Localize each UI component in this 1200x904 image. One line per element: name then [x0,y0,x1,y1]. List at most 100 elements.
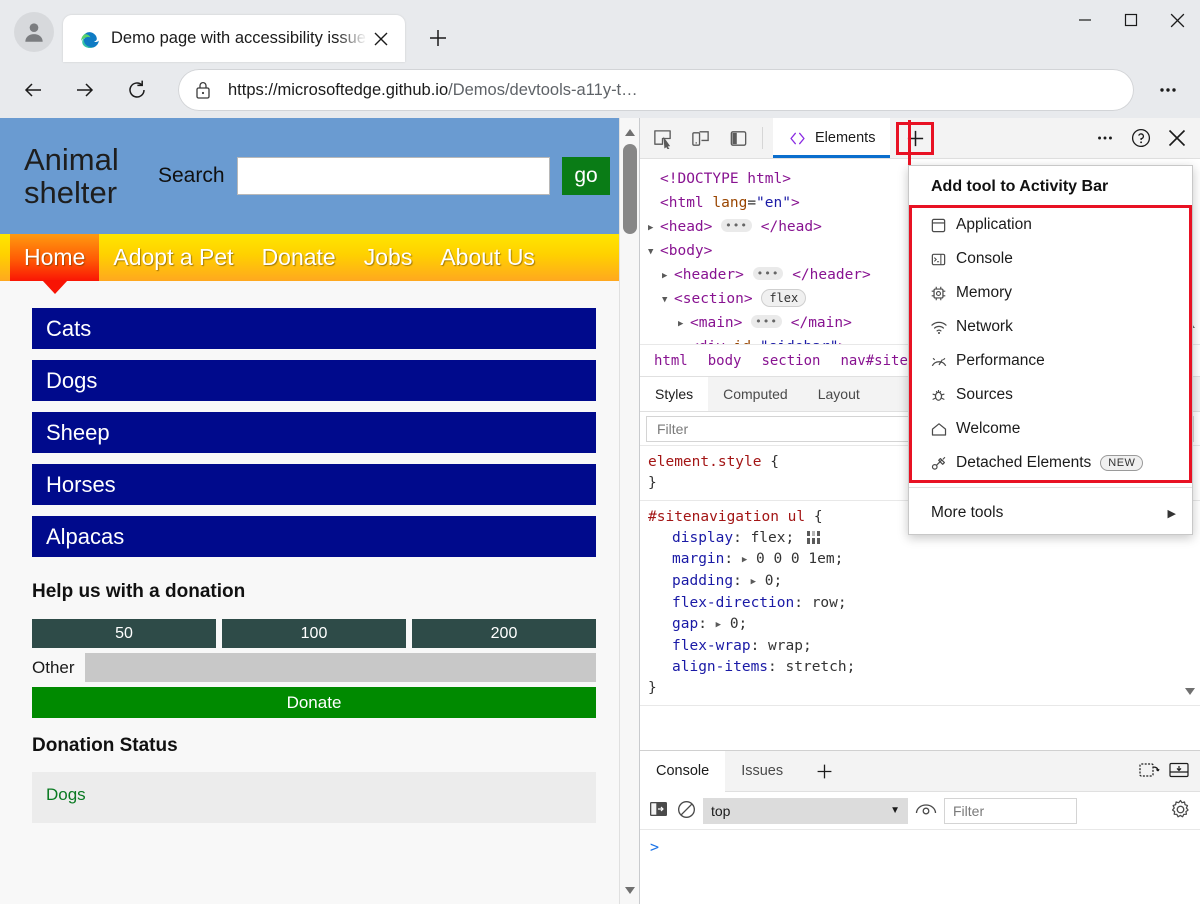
collapsed-content-icon[interactable]: ••• [751,315,782,328]
expand-triangle-icon[interactable]: ▶ [662,264,674,288]
expand-triangle-icon[interactable]: ▶ [742,555,747,565]
expand-triangle-icon[interactable]: ▶ [648,216,660,240]
new-tab-button[interactable] [419,19,457,57]
expand-triangle-icon[interactable]: ▶ [716,620,721,630]
search-input[interactable] [236,157,550,195]
menu-item-application[interactable]: Application [912,208,1189,242]
console-sidebar-toggle[interactable] [648,799,670,822]
collapsed-content-icon[interactable]: ••• [721,219,752,232]
menu-item-memory[interactable]: Memory [912,276,1189,310]
scroll-up-arrow-icon[interactable] [620,122,639,142]
nav-item-about[interactable]: About Us [426,234,549,281]
css-declaration[interactable]: margin: ▶ 0 0 0 1em; [648,549,1200,571]
expand-triangle-icon[interactable]: ▶ [678,336,690,344]
console-output[interactable]: > [640,830,1200,904]
devtools-close-button[interactable] [1160,122,1194,154]
breadcrumb-item-body[interactable]: body [708,353,742,369]
reload-button[interactable] [118,71,156,109]
tab-styles[interactable]: Styles [640,377,709,411]
amount-button-100[interactable]: 100 [222,619,406,648]
tab-close-button[interactable] [367,25,395,53]
css-value[interactable]: wrap; [768,638,812,654]
window-close-button[interactable] [1154,0,1200,40]
tab-computed[interactable]: Computed [708,377,803,411]
console-context-selector[interactable]: top ▼ [703,797,908,824]
collapsed-content-icon[interactable]: ••• [752,267,784,280]
site-header: Animal shelter Search go [0,118,620,234]
other-amount-input[interactable] [84,653,596,682]
expand-triangle-icon[interactable]: ▶ [678,312,690,336]
nav-item-home[interactable]: Home [10,234,100,281]
menu-item-console[interactable]: Console [912,242,1189,276]
console-settings-button[interactable] [1169,798,1192,824]
back-button[interactable] [14,71,52,109]
menu-item-performance[interactable]: Performance [912,344,1189,378]
donate-submit-button[interactable]: Donate [32,687,596,718]
search-go-button[interactable]: go [562,157,610,195]
devtools-more-button[interactable] [1088,122,1122,154]
css-value[interactable]: 0; [765,573,782,589]
breadcrumb-item-section[interactable]: section [761,353,820,369]
css-declaration[interactable]: padding: ▶ 0; [648,571,1200,593]
list-item[interactable]: Dogs [32,360,596,401]
tab-console[interactable]: Console [640,750,726,792]
browser-window: Demo page with accessibility issue https… [0,0,1200,904]
menu-item-more-tools[interactable]: More tools ▶ [909,492,1192,534]
css-declaration[interactable]: flex-wrap: wrap; [648,636,1200,657]
flex-badge[interactable]: flex [761,289,807,307]
add-tool-button[interactable] [896,121,935,155]
css-value[interactable]: row; [812,595,847,611]
browser-settings-button[interactable] [1148,70,1188,110]
breadcrumb-item-nav[interactable]: nav#site [840,353,907,369]
css-value[interactable]: 0; [730,616,747,632]
dock-bottom-button[interactable] [1168,760,1190,783]
css-value[interactable]: flex; [751,530,795,546]
nav-item-adopt[interactable]: Adopt a Pet [99,234,247,281]
menu-item-welcome[interactable]: Welcome [912,412,1189,446]
menu-item-sources[interactable]: Sources [912,378,1189,412]
address-bar[interactable]: https://microsoftedge.github.io/Demos/de… [178,69,1134,111]
amount-button-200[interactable]: 200 [412,619,596,648]
maximize-button[interactable] [1108,0,1154,40]
scroll-down-arrow-icon[interactable] [620,880,639,900]
console-filter-input[interactable]: Filter [944,797,1077,824]
css-value[interactable]: stretch; [786,659,856,675]
breadcrumb-item-html[interactable]: html [654,353,688,369]
menu-item-detached-elements[interactable]: Detached Elements NEW [912,446,1189,480]
clear-console-button[interactable] [676,799,697,823]
expand-triangle-icon[interactable]: ▶ [751,577,756,587]
profile-avatar[interactable] [14,12,54,52]
list-item[interactable]: Horses [32,464,596,505]
css-declaration[interactable]: align-items: stretch; [648,657,1200,678]
dock-side-button[interactable] [722,123,754,153]
css-value[interactable]: 0 0 0 1em; [756,551,843,567]
devtools-help-button[interactable] [1124,122,1158,154]
css-declaration[interactable]: flex-direction: row; [648,593,1200,614]
forward-button[interactable] [66,71,104,109]
drawer-add-tool-button[interactable] [799,751,850,792]
collapse-triangle-icon[interactable]: ▼ [662,288,674,312]
browser-tab[interactable]: Demo page with accessibility issue [63,15,405,62]
live-expression-button[interactable] [914,800,938,821]
flexbox-icon[interactable] [806,531,820,544]
nav-item-donate[interactable]: Donate [248,234,350,281]
list-item[interactable]: Cats [32,308,596,349]
device-emulation-button[interactable] [684,123,716,153]
amount-button-50[interactable]: 50 [32,619,216,648]
menu-item-network[interactable]: Network [912,310,1189,344]
minimize-button[interactable] [1062,0,1108,40]
restore-drawer-button[interactable] [1138,760,1160,783]
styles-scroll-down-arrow-icon[interactable] [1184,682,1196,703]
nav-item-jobs[interactable]: Jobs [350,234,427,281]
list-item[interactable]: Sheep [32,412,596,453]
collapse-triangle-icon[interactable]: ▼ [648,240,660,264]
scrollbar-thumb[interactable] [623,144,637,234]
page-scrollbar[interactable] [619,118,639,904]
console-toolbar: top ▼ Filter [640,792,1200,830]
inspect-element-button[interactable] [646,123,678,153]
tab-issues[interactable]: Issues [725,751,799,792]
tab-elements[interactable]: Elements [773,118,891,158]
list-item[interactable]: Alpacas [32,516,596,557]
tab-layout[interactable]: Layout [803,377,875,411]
css-declaration[interactable]: gap: ▶ 0; [648,614,1200,636]
